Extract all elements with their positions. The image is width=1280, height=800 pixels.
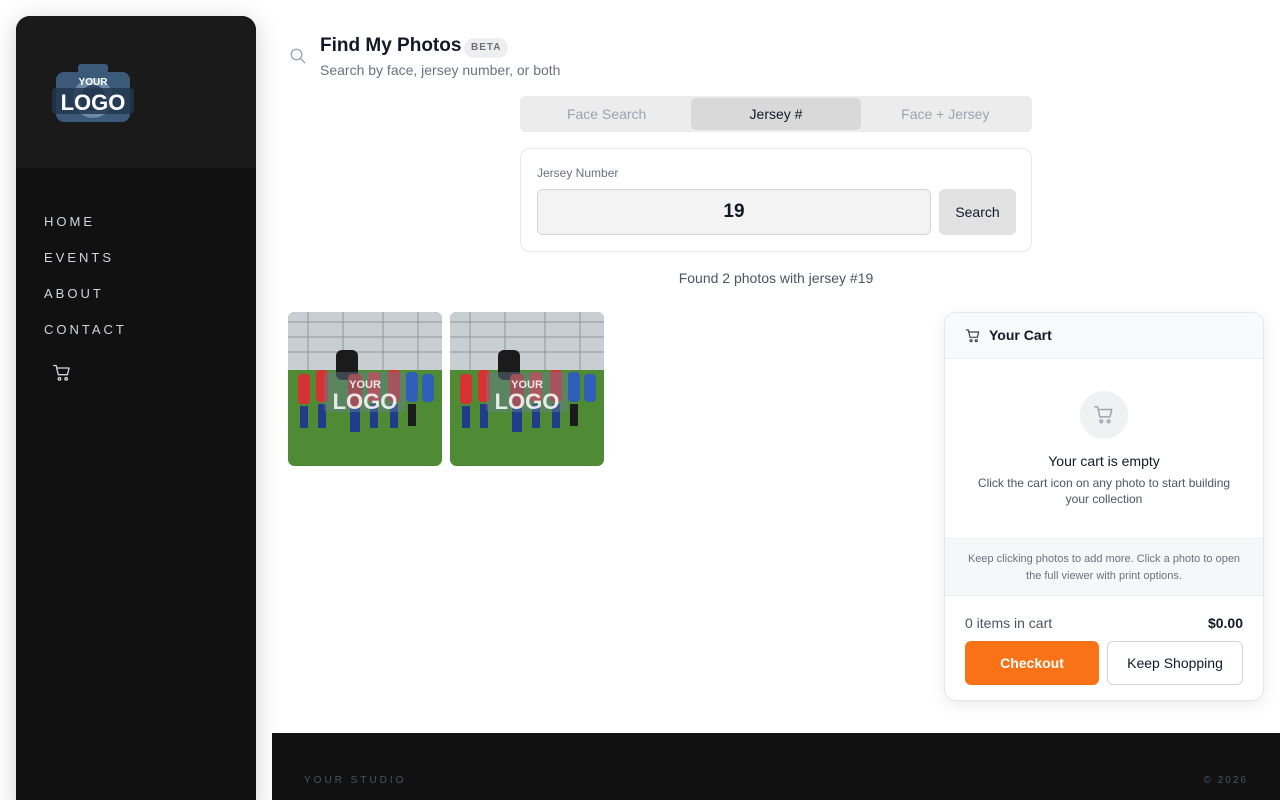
checkout-button[interactable]: Checkout — [965, 641, 1099, 685]
jersey-number-input[interactable] — [537, 189, 931, 235]
sidebar: YOUR LOGO HOME EVENTS ABOUT CONTACT — [16, 16, 256, 800]
logo-area: YOUR LOGO — [16, 16, 256, 168]
search-button[interactable]: Search — [939, 189, 1016, 235]
photo-thumbnail[interactable]: YOUR LOGO — [450, 312, 604, 466]
watermark-text-main: LOGO — [333, 389, 398, 414]
cart-title: Your Cart — [989, 327, 1052, 343]
tab-face-search[interactable]: Face Search — [522, 98, 691, 130]
nav-home[interactable]: HOME — [16, 204, 256, 240]
empty-cart-title: Your cart is empty — [1048, 453, 1160, 469]
cart-header: Your Cart — [945, 313, 1263, 359]
keep-shopping-button[interactable]: Keep Shopping — [1107, 641, 1243, 685]
jersey-number-label: Jersey Number — [537, 166, 619, 180]
cart-hint: Keep clicking photos to add more. Click … — [945, 538, 1263, 596]
watermark-text-main: LOGO — [495, 389, 560, 414]
main-nav: HOME EVENTS ABOUT CONTACT — [16, 168, 256, 348]
beta-badge: BETA — [464, 38, 509, 58]
page-subtitle: Search by face, jersey number, or both — [320, 62, 561, 78]
photo-thumbnail[interactable]: YOUR LOGO — [288, 312, 442, 466]
jersey-search-card: Jersey Number Search — [520, 148, 1032, 252]
logo[interactable]: YOUR LOGO — [50, 60, 136, 126]
cart-icon — [965, 329, 980, 343]
footer: YOUR STUDIO © 2026 — [272, 733, 1280, 800]
cart-total: $0.00 — [1207, 615, 1243, 631]
empty-cart-icon-wrap — [1080, 391, 1128, 439]
nav-contact[interactable]: CONTACT — [16, 312, 256, 348]
cart-item-count: 0 items in cart — [965, 615, 1053, 631]
nav-events[interactable]: EVENTS — [16, 240, 256, 276]
nav-about[interactable]: ABOUT — [16, 276, 256, 312]
footer-studio-name: YOUR STUDIO — [304, 775, 407, 786]
search-icon — [290, 48, 306, 64]
results-count: Found 2 photos with jersey #19 — [678, 270, 874, 286]
logo-text-top: YOUR — [79, 77, 109, 88]
footer-copyright: © 2026 — [1203, 775, 1248, 786]
empty-cart-description: Click the cart icon on any photo to star… — [977, 476, 1231, 506]
cart-panel: Your Cart Your cart is empty Click the c… — [944, 312, 1264, 701]
tab-jersey[interactable]: Jersey # — [691, 98, 861, 130]
cart-icon[interactable] — [52, 363, 72, 383]
search-mode-tabs: Face Search Jersey # Face + Jersey — [520, 96, 1032, 132]
page-title: Find My Photos — [320, 35, 462, 56]
empty-cart-icon — [1094, 406, 1113, 424]
logo-text-main: LOGO — [61, 90, 126, 115]
tab-face-jersey[interactable]: Face + Jersey — [861, 98, 1030, 130]
